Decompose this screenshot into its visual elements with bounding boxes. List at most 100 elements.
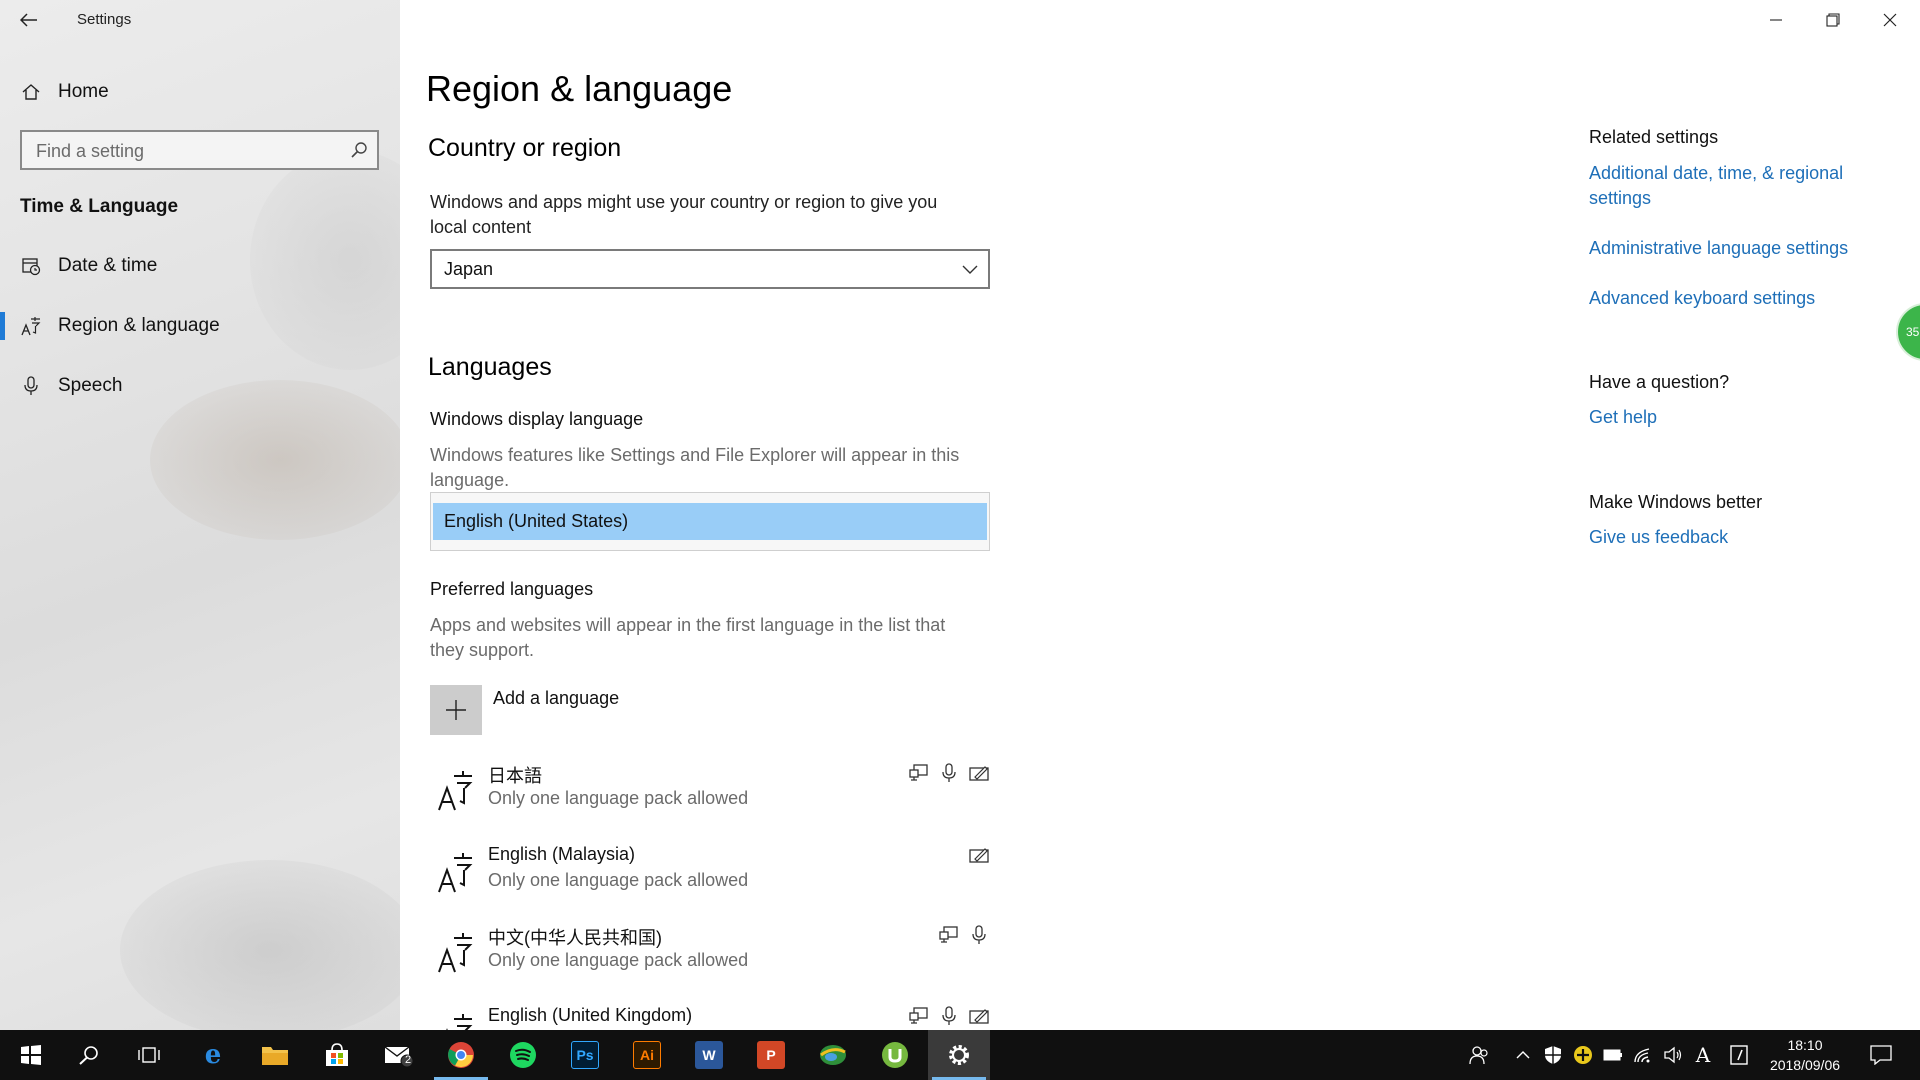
sidebar-item-home[interactable]: Home: [0, 74, 400, 110]
settings-app[interactable]: [928, 1030, 990, 1080]
sidebar: Settings Home Find a setting Time & Lang…: [0, 0, 400, 1030]
additional-date-time-link[interactable]: Additional date, time, & regional settin…: [1589, 161, 1889, 211]
show-hidden-icons-button[interactable]: [1508, 1030, 1538, 1080]
chevron-down-icon: [962, 261, 978, 282]
display-language-select[interactable]: English (United States): [430, 492, 990, 551]
language-item[interactable]: English (United Kingdom): [430, 1005, 990, 1030]
utorrent-icon: [882, 1042, 908, 1068]
background-blur: [120, 860, 400, 1030]
people-button[interactable]: [1464, 1030, 1494, 1080]
language-name: English (United Kingdom): [488, 1005, 693, 1025]
battery-tray[interactable]: [1598, 1030, 1628, 1080]
people-icon: [1469, 1046, 1488, 1065]
clock-date: 2018/09/06: [1769, 1057, 1841, 1073]
plus-icon: [446, 700, 466, 720]
sidebar-item-region-language[interactable]: Region & language: [0, 304, 400, 348]
edge-icon: e: [204, 1040, 222, 1070]
ime-mode-indicator[interactable]: A: [1688, 1030, 1718, 1080]
chrome-app[interactable]: [430, 1030, 492, 1080]
folder-icon: [262, 1047, 288, 1065]
language-name: 中文(中华人民共和国): [488, 928, 662, 948]
badge-text: 35: [1906, 325, 1920, 339]
back-arrow-icon: [20, 13, 37, 27]
language-glyph-icon: [438, 933, 473, 973]
task-view-icon: [138, 1047, 160, 1063]
mail-app[interactable]: 2: [368, 1030, 430, 1080]
spotify-icon: [510, 1042, 536, 1068]
language-glyph-icon: [438, 853, 473, 893]
sidebar-item-date-time[interactable]: Date & time: [0, 244, 400, 288]
language-name: 日本語: [488, 766, 542, 786]
preferred-languages-heading: Preferred languages: [430, 579, 594, 599]
add-language-label[interactable]: Add a language: [493, 688, 619, 709]
chrome-icon: [448, 1042, 474, 1068]
main-content: Region & language Country or region Wind…: [400, 0, 1920, 1030]
language-item[interactable]: 中文(中华人民共和国) Only one language pack allow…: [430, 924, 990, 990]
utorrent-app[interactable]: [864, 1030, 926, 1080]
globe-app[interactable]: [802, 1030, 864, 1080]
mail-count-badge: 2: [405, 1054, 412, 1066]
country-dropdown[interactable]: Japan: [430, 249, 990, 289]
network-tray[interactable]: [1628, 1030, 1658, 1080]
illustrator-app[interactable]: Ai: [616, 1030, 678, 1080]
microphone-icon: [20, 375, 42, 397]
ime-tray[interactable]: [1724, 1030, 1754, 1080]
country-selected-value: Japan: [444, 259, 494, 279]
display-language-feature-icon: [908, 1005, 930, 1027]
language-status: Only one language pack allowed: [488, 788, 749, 808]
action-center-button[interactable]: [1866, 1030, 1896, 1080]
display-language-option[interactable]: English (United States): [433, 503, 987, 540]
give-feedback-link[interactable]: Give us feedback: [1589, 525, 1889, 550]
clock-time: 18:10: [1787, 1037, 1823, 1053]
advanced-keyboard-link[interactable]: Advanced keyboard settings: [1589, 286, 1889, 311]
add-language-button[interactable]: [430, 685, 482, 735]
link-text: settings: [1589, 188, 1652, 208]
photoshop-app[interactable]: Ps: [554, 1030, 616, 1080]
gear-icon: [949, 1045, 969, 1065]
battery-icon: [1603, 1049, 1622, 1061]
sidebar-item-speech[interactable]: Speech: [0, 364, 400, 408]
search-icon[interactable]: [349, 140, 369, 165]
get-help-link[interactable]: Get help: [1589, 405, 1889, 430]
restore-button[interactable]: [1805, 0, 1861, 40]
administrative-language-link[interactable]: Administrative language settings: [1589, 236, 1889, 261]
start-button[interactable]: [0, 1030, 62, 1080]
display-language-feature-icon: [938, 924, 960, 946]
language-item[interactable]: 日本語 Only one language pack allowed: [430, 762, 990, 828]
display-language-value: English (United States): [444, 511, 629, 531]
word-icon: W: [695, 1041, 723, 1069]
language-status: Only one language pack allowed: [488, 870, 749, 890]
sidebar-item-label: Date & time: [58, 255, 158, 276]
task-view-button[interactable]: [118, 1030, 180, 1080]
search-input[interactable]: Find a setting: [20, 130, 379, 170]
close-icon: [1883, 13, 1897, 27]
home-icon: [20, 81, 42, 103]
active-indicator: [0, 312, 5, 340]
file-explorer-app[interactable]: [244, 1030, 306, 1080]
back-button[interactable]: [18, 8, 40, 32]
plus-tray[interactable]: [1568, 1030, 1598, 1080]
powerpoint-app[interactable]: P: [740, 1030, 802, 1080]
close-button[interactable]: [1862, 0, 1918, 40]
defender-tray[interactable]: [1538, 1030, 1568, 1080]
minimize-button[interactable]: [1748, 0, 1804, 40]
edge-app[interactable]: e: [182, 1030, 244, 1080]
illustrator-icon: Ai: [633, 1041, 661, 1069]
store-app[interactable]: [306, 1030, 368, 1080]
word-app[interactable]: W: [678, 1030, 740, 1080]
country-description: local content: [430, 217, 532, 237]
language-item[interactable]: English (Malaysia) Only one language pac…: [430, 844, 990, 910]
clock[interactable]: 18:10 2018/09/06: [1760, 1035, 1850, 1075]
wifi-icon: [1634, 1048, 1650, 1063]
display-language-feature-icon: [908, 762, 930, 784]
floating-badge[interactable]: 35: [1896, 303, 1920, 361]
volume-tray[interactable]: [1658, 1030, 1688, 1080]
taskbar: e 2 Ps Ai W P A 18:10 2018/09/06: [0, 1030, 1920, 1080]
windows-logo-icon: [21, 1045, 41, 1065]
spotify-app[interactable]: [492, 1030, 554, 1080]
related-settings-heading: Related settings: [1589, 127, 1719, 147]
chevron-up-icon: [1516, 1051, 1530, 1059]
language-glyph-icon: [446, 1014, 473, 1030]
question-heading: Have a question?: [1589, 372, 1730, 392]
search-button[interactable]: [58, 1030, 120, 1080]
